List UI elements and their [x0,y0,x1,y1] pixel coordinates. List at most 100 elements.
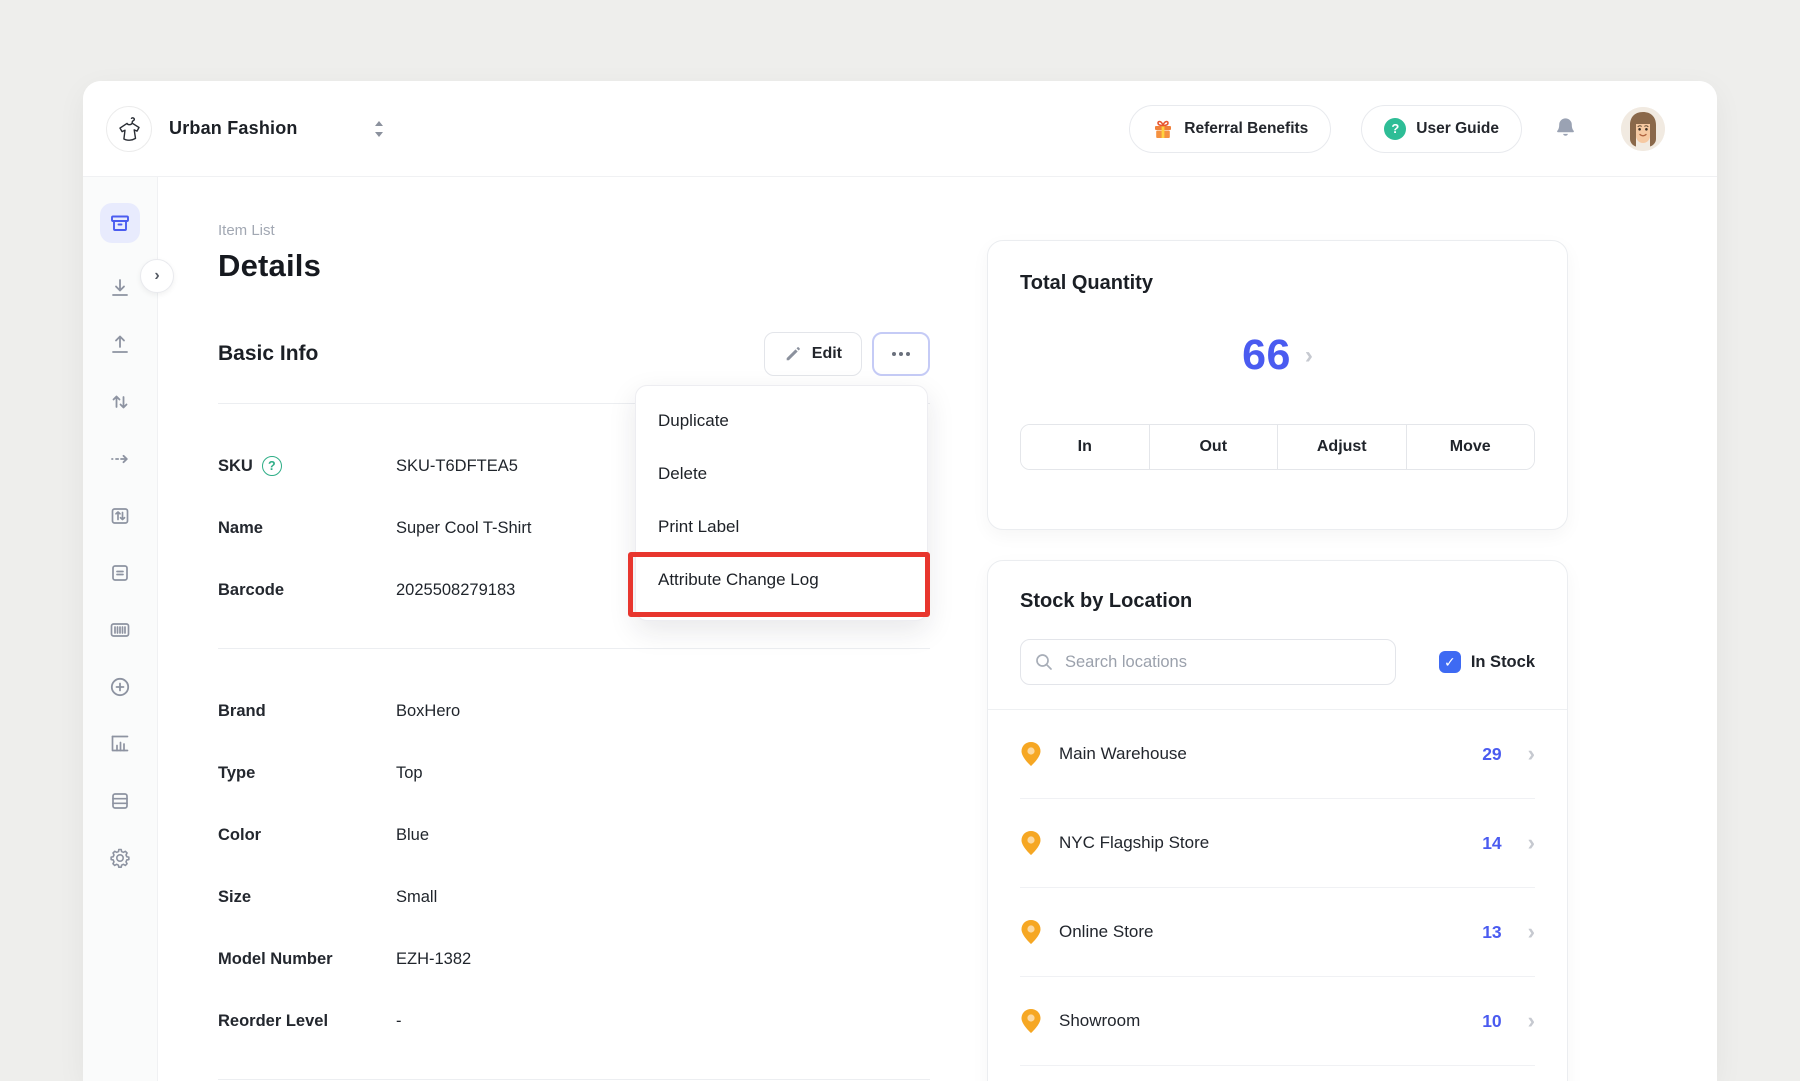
field-label: Brand [218,702,396,721]
box-icon [108,211,132,235]
field-label: SKU [218,457,253,476]
workspace-name[interactable]: Urban Fashion [169,118,298,139]
search-icon [1034,652,1054,677]
field-label: Type [218,764,396,783]
app-header: Urban Fashion Referral Benefits ? User G… [83,81,1717,177]
pencil-icon [784,345,802,363]
sidebar-item-notes[interactable] [108,561,132,585]
basic-info-title: Basic Info [218,342,318,366]
sidebar-collapse-button[interactable]: › [140,259,174,293]
sidebar-item-stock-out[interactable] [108,333,132,357]
sku-help-icon[interactable]: ? [262,456,282,476]
workspace-switcher-icon[interactable] [372,120,386,138]
user-avatar[interactable] [1621,107,1665,151]
sidebar-item-settings[interactable] [108,846,132,870]
sidebar-item-adjust[interactable] [108,390,132,414]
sidebar-item-items[interactable] [100,203,140,243]
stock-by-location-title: Stock by Location [1020,590,1535,613]
field-label: Barcode [218,581,396,600]
field-value: Super Cool T-Shirt [396,519,531,538]
location-name: Online Store [1059,922,1154,942]
gear-icon [108,846,132,870]
box-in-out-icon [108,504,132,528]
sidebar-item-transactions[interactable] [108,504,132,528]
field-label: Color [218,826,396,845]
edit-button-label: Edit [812,345,842,363]
location-qty: 29 [1482,744,1501,765]
sidebar-item-barcode[interactable] [108,618,132,642]
chevron-right-icon: › [1528,741,1535,767]
sidebar-item-analytics[interactable] [108,732,132,756]
field-label: Reorder Level [218,1012,396,1031]
in-stock-label: In Stock [1471,653,1535,672]
in-stock-checkbox[interactable]: ✓ [1439,651,1461,673]
more-actions-menu: Duplicate Delete Print Label Attribute C… [635,385,928,621]
stock-by-location-card: Stock by Location ✓ In S [987,560,1568,1081]
edit-button[interactable]: Edit [764,332,862,376]
barcode-icon [108,618,132,642]
user-guide-label: User Guide [1416,120,1499,138]
location-qty: 13 [1482,922,1501,943]
location-name: Main Warehouse [1059,744,1187,764]
field-value: EZH-1382 [396,950,471,969]
total-quantity-link[interactable]: 66 › [1020,331,1535,380]
field-value: Top [396,764,423,783]
document-icon [108,561,132,585]
total-quantity-card: Total Quantity 66 › In Out Adjust Move [987,240,1568,530]
field-label: Name [218,519,396,538]
location-row[interactable]: Showroom 10 › [1020,977,1535,1065]
sidebar-item-move[interactable] [108,447,132,471]
notifications-bell-icon[interactable] [1552,115,1579,142]
divider [218,1079,930,1080]
swap-vertical-icon [108,390,132,414]
upload-icon [108,333,132,357]
search-locations-input[interactable] [1020,639,1396,685]
location-pin-icon [1020,919,1042,945]
chevron-right-icon: › [1528,1008,1535,1034]
question-icon: ? [1384,118,1406,140]
tshirt-hanger-icon [114,114,144,144]
app-window: Urban Fashion Referral Benefits ? User G… [83,81,1717,1081]
gift-icon [1152,118,1174,140]
sidebar-item-stock-in[interactable] [108,276,132,300]
in-button[interactable]: In [1021,425,1149,469]
menu-item-print-label[interactable]: Print Label [636,500,927,553]
move-button[interactable]: Move [1406,425,1535,469]
field-row: Color Blue [218,804,930,866]
location-row[interactable]: Online Store 13 › [1020,888,1535,976]
field-label: Model Number [218,950,396,969]
total-quantity-value: 66 [1242,331,1291,380]
user-guide-button[interactable]: ? User Guide [1361,105,1522,153]
location-qty: 14 [1482,833,1501,854]
menu-item-attribute-change-log[interactable]: Attribute Change Log [636,553,927,606]
field-value: 2025508279183 [396,581,515,600]
menu-item-duplicate[interactable]: Duplicate [636,394,927,447]
referral-benefits-button[interactable]: Referral Benefits [1129,105,1331,153]
menu-item-delete[interactable]: Delete [636,447,927,500]
plus-circle-icon [108,675,132,699]
location-name: NYC Flagship Store [1059,833,1209,853]
location-qty: 10 [1482,1011,1501,1032]
field-value: - [396,1012,402,1031]
field-row: Model Number EZH-1382 [218,928,930,990]
breadcrumb[interactable]: Item List [218,222,930,239]
chevron-right-icon: › [1305,344,1313,368]
in-stock-filter[interactable]: ✓ In Stock [1439,651,1535,673]
ellipsis-icon [892,352,896,356]
sidebar-item-data[interactable] [108,789,132,813]
field-value: SKU-T6DFTEA5 [396,457,518,476]
more-actions-button[interactable] [872,332,930,376]
dashed-arrow-right-icon [108,447,132,471]
location-row[interactable]: Main Warehouse 29 › [1020,710,1535,798]
location-pin-icon [1020,741,1042,767]
out-button[interactable]: Out [1149,425,1278,469]
sidebar-item-add[interactable] [108,675,132,699]
location-row[interactable]: NYC Flagship Store 14 › [1020,799,1535,887]
field-label: Size [218,888,396,907]
adjust-button[interactable]: Adjust [1277,425,1406,469]
field-value: BoxHero [396,702,460,721]
stacked-rows-icon [108,789,132,813]
field-value: Small [396,888,437,907]
workspace-logo [106,106,152,152]
sidebar [83,177,158,1081]
